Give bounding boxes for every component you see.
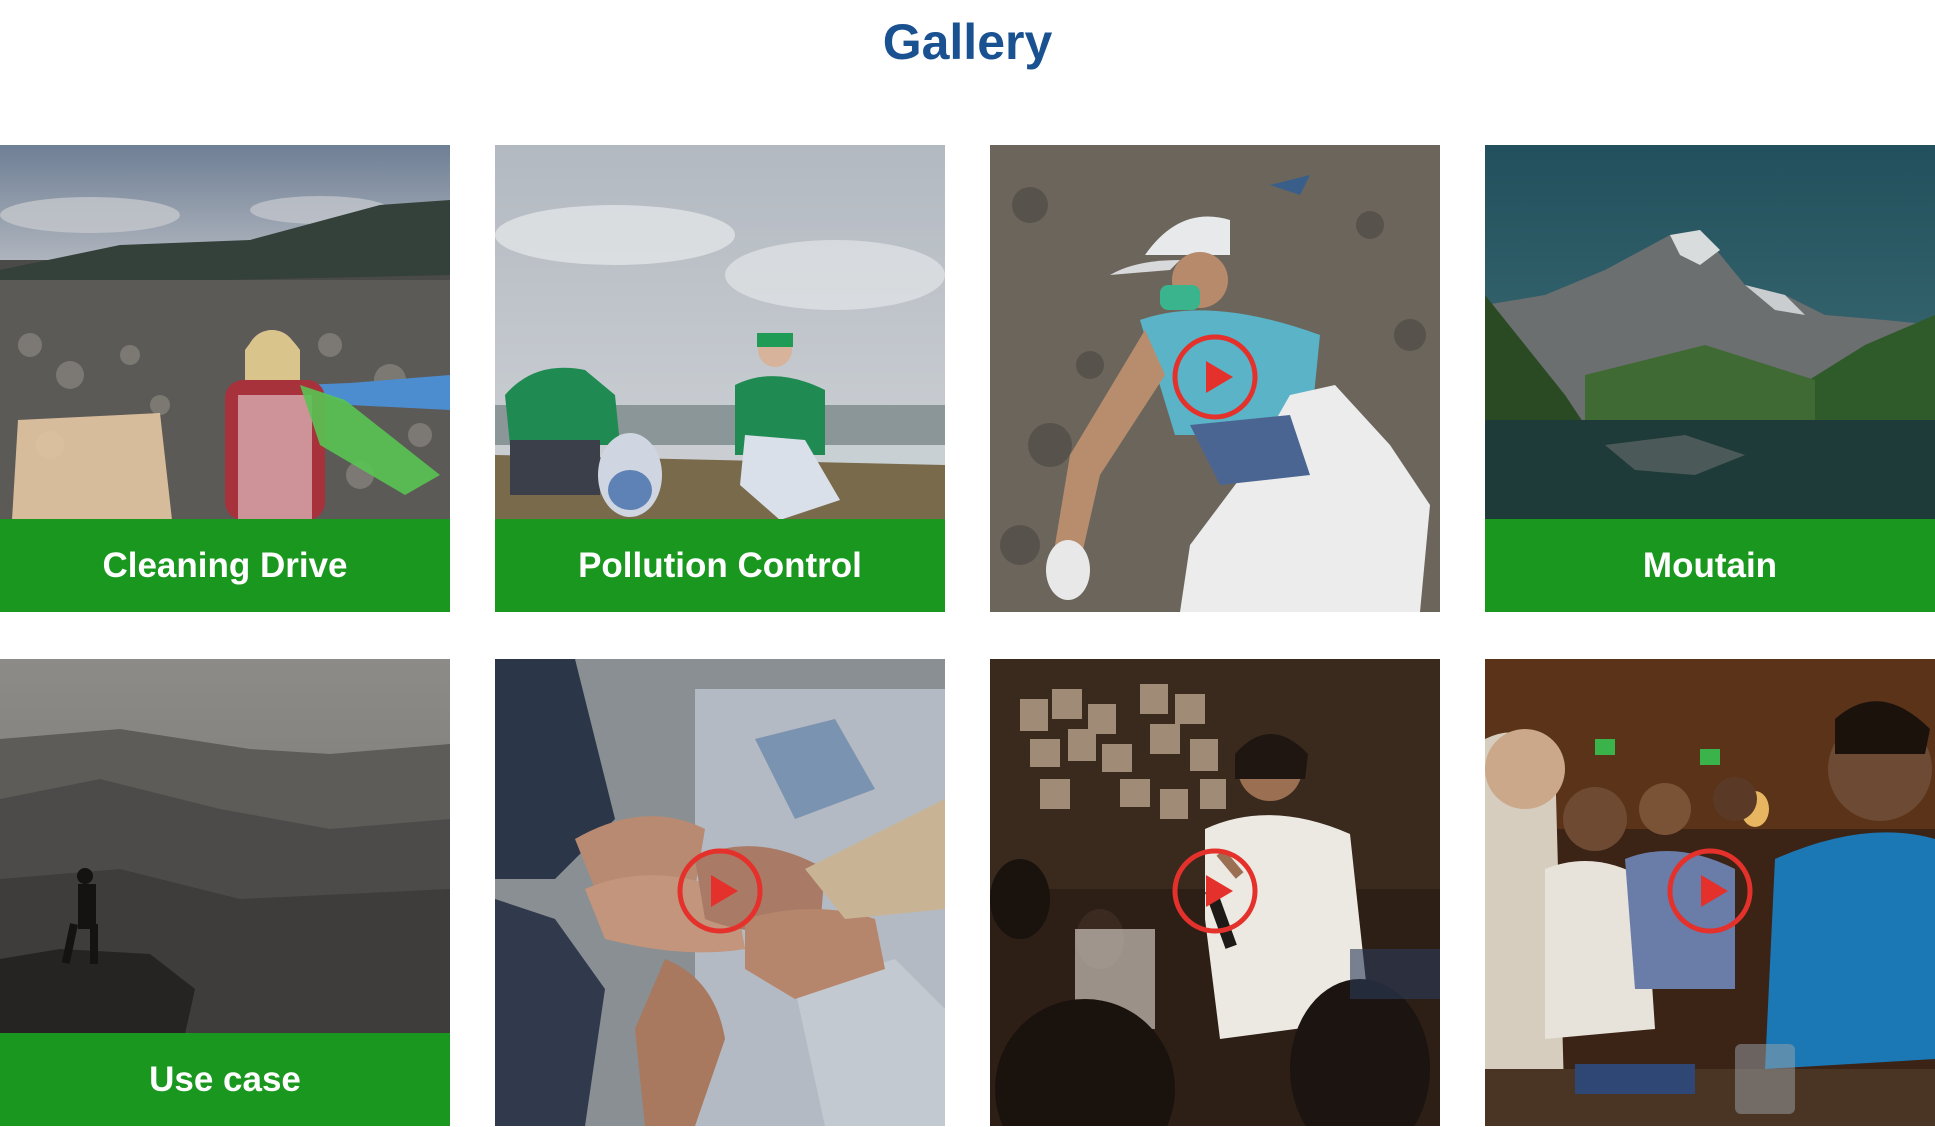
play-video-icon[interactable] [1666,847,1754,935]
gallery-caption: Pollution Control [495,519,945,612]
gallery-item-video-teamwork[interactable] [495,659,945,1126]
gallery-item-moutain[interactable]: Moutain [1485,145,1935,612]
play-video-icon[interactable] [1171,847,1259,935]
gallery-item-use-case[interactable]: Use case [0,659,450,1126]
gallery-item-cleaning-drive[interactable]: Cleaning Drive [0,145,450,612]
gallery-item-pollution-control[interactable]: Pollution Control [495,145,945,612]
gallery-grid: Cleaning Drive Pollution Control Moutain… [0,0,1935,1127]
gallery-caption: Moutain [1485,519,1935,612]
play-video-icon[interactable] [676,847,764,935]
gallery-caption: Cleaning Drive [0,519,450,612]
gallery-item-video-beach-cleanup[interactable] [990,145,1440,612]
gallery-item-video-seminar[interactable] [1485,659,1935,1126]
gallery-caption: Use case [0,1033,450,1126]
gallery-item-video-conference[interactable] [990,659,1440,1126]
play-video-icon[interactable] [1171,333,1259,421]
